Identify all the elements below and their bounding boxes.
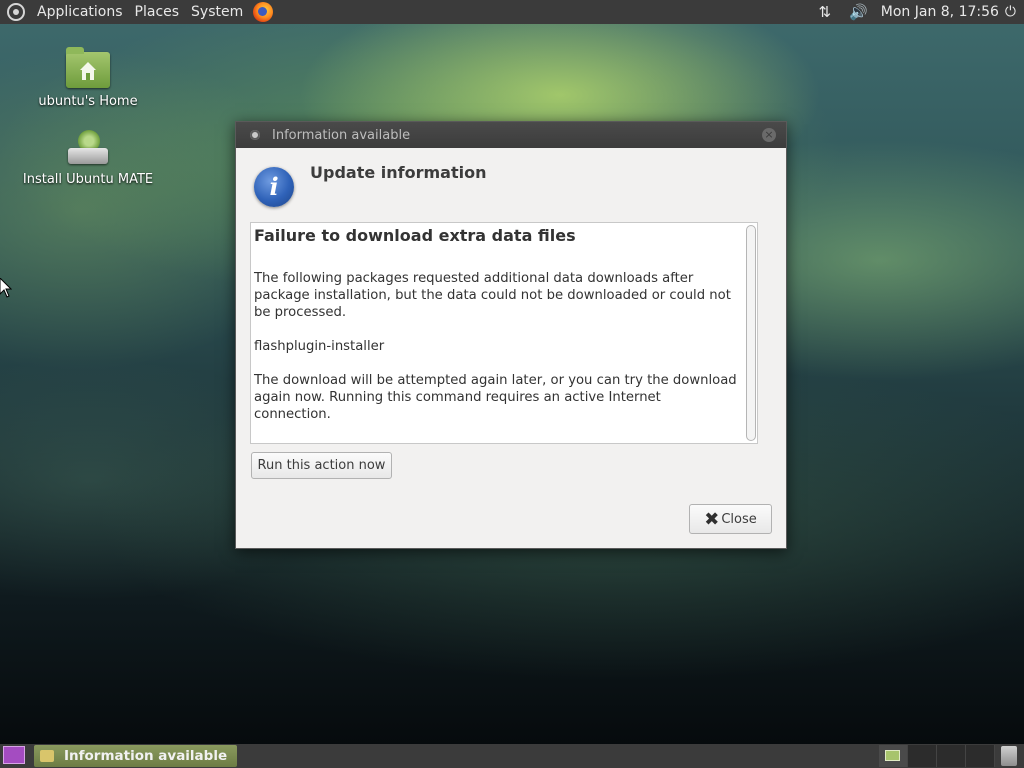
show-desktop-icon[interactable] (3, 746, 25, 764)
window-menu-icon[interactable] (250, 130, 260, 140)
firefox-launcher-icon[interactable] (253, 2, 274, 22)
workspace-3[interactable] (937, 745, 966, 767)
home-folder-icon (66, 47, 110, 88)
house-icon (80, 62, 96, 80)
desktop-icon-label: ubuntu's Home (38, 94, 138, 109)
desktop-icon-home[interactable]: ubuntu's Home (18, 47, 158, 109)
network-icon[interactable]: ⇅ (810, 3, 841, 21)
dialog-heading: Update information (310, 163, 487, 182)
update-information-dialog: Information available × i Update informa… (235, 121, 787, 549)
ubuntu-mate-logo-icon[interactable] (7, 3, 25, 21)
titlebar-close-icon[interactable]: × (762, 128, 776, 142)
clock[interactable]: Mon Jan 8, 17:56 (877, 4, 1003, 20)
mouse-cursor-icon (0, 278, 12, 298)
panel-tray: ⇅ 🔊 Mon Jan 8, 17:56 ⏻ (810, 0, 1024, 24)
close-icon: ✖ (704, 508, 720, 530)
dialog-window-title: Information available (272, 127, 411, 143)
details-package-name: flashplugin-installer (254, 339, 385, 354)
workspace-switcher (879, 745, 995, 767)
trash-icon[interactable] (1001, 746, 1017, 766)
dialog-titlebar[interactable]: Information available × (236, 122, 786, 148)
run-this-action-now-button[interactable]: Run this action now (251, 452, 392, 479)
menu-places[interactable]: Places (129, 0, 186, 24)
menu-applications[interactable]: Applications (31, 0, 129, 24)
volume-icon[interactable]: 🔊 (840, 3, 877, 21)
workspace-2[interactable] (908, 745, 937, 767)
details-title: Failure to download extra data files (254, 226, 576, 245)
window-icon (40, 750, 54, 762)
details-scrollbar[interactable] (746, 225, 756, 441)
bottom-panel: Information available (0, 744, 1024, 768)
close-button[interactable]: ✖ Close (689, 504, 772, 534)
workspace-1[interactable] (879, 745, 908, 767)
menu-system[interactable]: System (185, 0, 249, 24)
taskbar-item-label: Information available (64, 748, 228, 764)
desktop-icon-install[interactable]: Install Ubuntu MATE (18, 130, 158, 187)
close-button-label: Close (721, 511, 757, 527)
top-panel: Applications Places System ⇅ 🔊 Mon Jan 8… (0, 0, 1024, 24)
workspace-4[interactable] (966, 745, 995, 767)
info-icon: i (254, 167, 294, 207)
desktop-icon-label: Install Ubuntu MATE (22, 172, 154, 187)
install-disk-icon (66, 130, 110, 166)
details-paragraph: The download will be attempted again lat… (254, 373, 737, 422)
details-text-view[interactable]: Failure to download extra data files The… (250, 222, 758, 444)
details-paragraph: The following packages requested additio… (254, 271, 731, 320)
taskbar-item-information-available[interactable]: Information available (34, 745, 237, 767)
power-icon[interactable]: ⏻ (1003, 4, 1024, 20)
